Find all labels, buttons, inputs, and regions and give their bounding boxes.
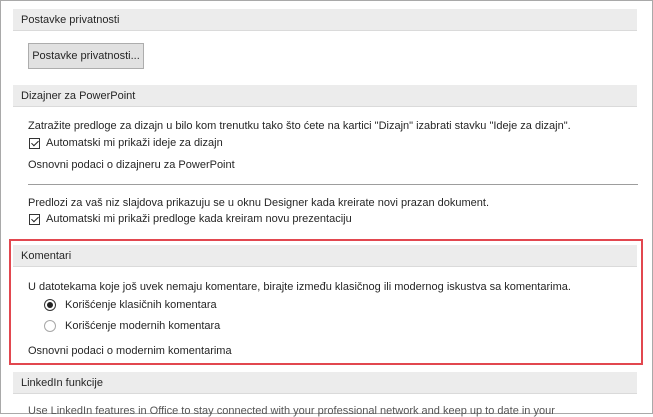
privacy-settings-button[interactable]: Postavke privatnosti... — [28, 43, 144, 69]
designer-description: Zatražite predloge za dizajn u bilo kom … — [28, 120, 571, 132]
comments-highlight-box — [9, 239, 643, 365]
linkedin-section-header: LinkedIn funkcije — [13, 372, 637, 394]
privacy-section-header: Postavke privatnosti — [13, 9, 637, 31]
designer-divider — [28, 184, 638, 185]
linkedin-description: Use LinkedIn features in Office to stay … — [28, 405, 555, 417]
auto-show-suggestions-label[interactable]: Automatski mi prikaži predloge kada krei… — [46, 213, 352, 225]
auto-show-ideas-checkbox[interactable] — [29, 138, 40, 149]
auto-show-ideas-label[interactable]: Automatski mi prikaži ideje za dizajn — [46, 137, 223, 149]
auto-show-suggestions-checkbox[interactable] — [29, 214, 40, 225]
designer-about-link[interactable]: Osnovni podaci o dizajneru za PowerPoint — [28, 159, 235, 171]
designer-suggestions-text: Predlozi za vaš niz slajdova prikazuju s… — [28, 197, 490, 209]
designer-section-header: Dizajner za PowerPoint — [13, 85, 637, 107]
